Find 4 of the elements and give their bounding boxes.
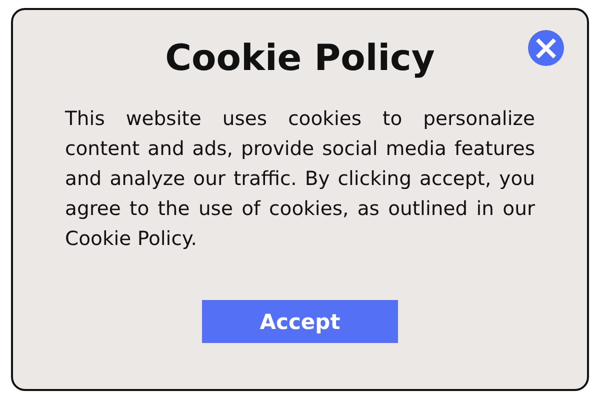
close-button[interactable]: × <box>528 30 564 66</box>
policy-message: This website uses cookies to personalize content and ads, provide social media features and analyze our traffic. By clicking accept, you agree to the use of cookies, as outlined in our Cookie Policy. <box>65 106 535 252</box>
dialog-title: Cookie Policy <box>165 37 435 81</box>
accept-button[interactable]: Accept <box>202 300 398 343</box>
